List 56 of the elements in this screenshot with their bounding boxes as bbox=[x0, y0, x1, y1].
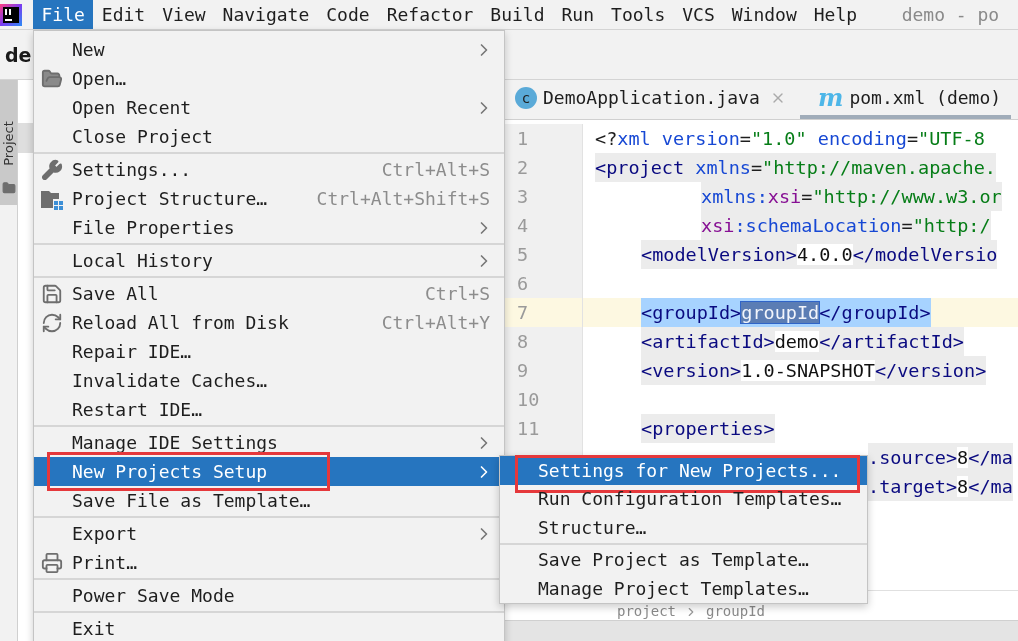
app-logo bbox=[0, 3, 22, 26]
menu-item[interactable]: Close Project bbox=[34, 122, 504, 151]
breadcrumb[interactable]: project bbox=[617, 603, 676, 619]
folder-icon bbox=[1, 181, 16, 195]
line-number: 11 bbox=[517, 418, 540, 439]
editor-tab[interactable]: c DemoApplication.java bbox=[505, 80, 800, 119]
breadcrumb[interactable]: groupId bbox=[706, 603, 766, 619]
reload-icon bbox=[41, 311, 63, 334]
line-number: 8 bbox=[517, 331, 529, 352]
menu-item[interactable]: Settings for New Projects... bbox=[500, 456, 867, 485]
file-type-icon: c bbox=[515, 86, 537, 109]
menu-item[interactable]: Exit bbox=[34, 614, 504, 641]
menu-item[interactable]: File Properties bbox=[34, 213, 504, 242]
line-number: 4 bbox=[517, 215, 529, 236]
wrench-icon bbox=[41, 158, 63, 181]
menu-item[interactable]: Restart IDE… bbox=[34, 395, 504, 424]
line-number: 5 bbox=[517, 244, 529, 265]
menu-item[interactable]: Open… bbox=[34, 64, 504, 93]
menu-bar-item[interactable]: Build bbox=[481, 0, 554, 29]
menu-bar-item[interactable]: View bbox=[153, 0, 215, 29]
file-type-icon: m bbox=[818, 83, 844, 112]
line-number: 10 bbox=[517, 389, 540, 410]
menu-bar-item[interactable]: Help bbox=[805, 0, 866, 29]
window-title: demo - po bbox=[901, 3, 1000, 27]
save-icon bbox=[41, 282, 63, 305]
menu-item[interactable]: Open Recent bbox=[34, 93, 504, 122]
line-number: 2 bbox=[517, 157, 529, 178]
menu-item[interactable]: Invalidate Caches… bbox=[34, 366, 504, 395]
project-tool-tab[interactable]: Project bbox=[0, 80, 17, 205]
printer-icon bbox=[41, 551, 63, 574]
menu-bar-item[interactable]: Window bbox=[723, 0, 806, 29]
menu-item[interactable]: New bbox=[34, 35, 504, 64]
menu-bar-item[interactable]: Edit bbox=[93, 0, 154, 29]
menu-item[interactable]: Save All Ctrl+S bbox=[34, 279, 504, 308]
menu-bar-item[interactable]: Tools bbox=[602, 0, 674, 29]
menu-bar-item[interactable]: Code bbox=[317, 0, 379, 29]
menu-item[interactable]: Manage IDE Settings bbox=[34, 428, 504, 457]
menu-item[interactable]: Settings... Ctrl+Alt+S bbox=[34, 155, 504, 184]
menu-bar-item[interactable]: Run bbox=[553, 0, 603, 29]
menu-bar-item[interactable]: Refactor bbox=[378, 0, 482, 29]
line-number: 7 bbox=[517, 302, 529, 323]
line-number: 9 bbox=[517, 360, 529, 381]
folder-icon bbox=[41, 67, 63, 90]
line-number: 3 bbox=[517, 186, 529, 207]
menu-bar-item[interactable]: Navigate bbox=[214, 0, 318, 29]
code-line: <?xml version="1.0" encoding="UTF-8 bbox=[595, 127, 985, 151]
menu-item[interactable]: Repair IDE… bbox=[34, 337, 504, 366]
project-name: de bbox=[4, 43, 32, 66]
menu-item[interactable]: Reload All from Disk Ctrl+Alt+Y bbox=[34, 308, 504, 337]
menu-item[interactable]: Project Structure… Ctrl+Alt+Shift+S bbox=[34, 184, 504, 213]
menu-item[interactable]: Run Configuration Templates… bbox=[500, 484, 867, 513]
menu-bar-item[interactable]: VCS bbox=[673, 0, 724, 29]
menu-bar-item[interactable]: File bbox=[33, 0, 94, 29]
menu-item[interactable]: Local History bbox=[34, 246, 504, 275]
line-number: 1 bbox=[517, 128, 529, 149]
line-number: 6 bbox=[517, 273, 529, 294]
